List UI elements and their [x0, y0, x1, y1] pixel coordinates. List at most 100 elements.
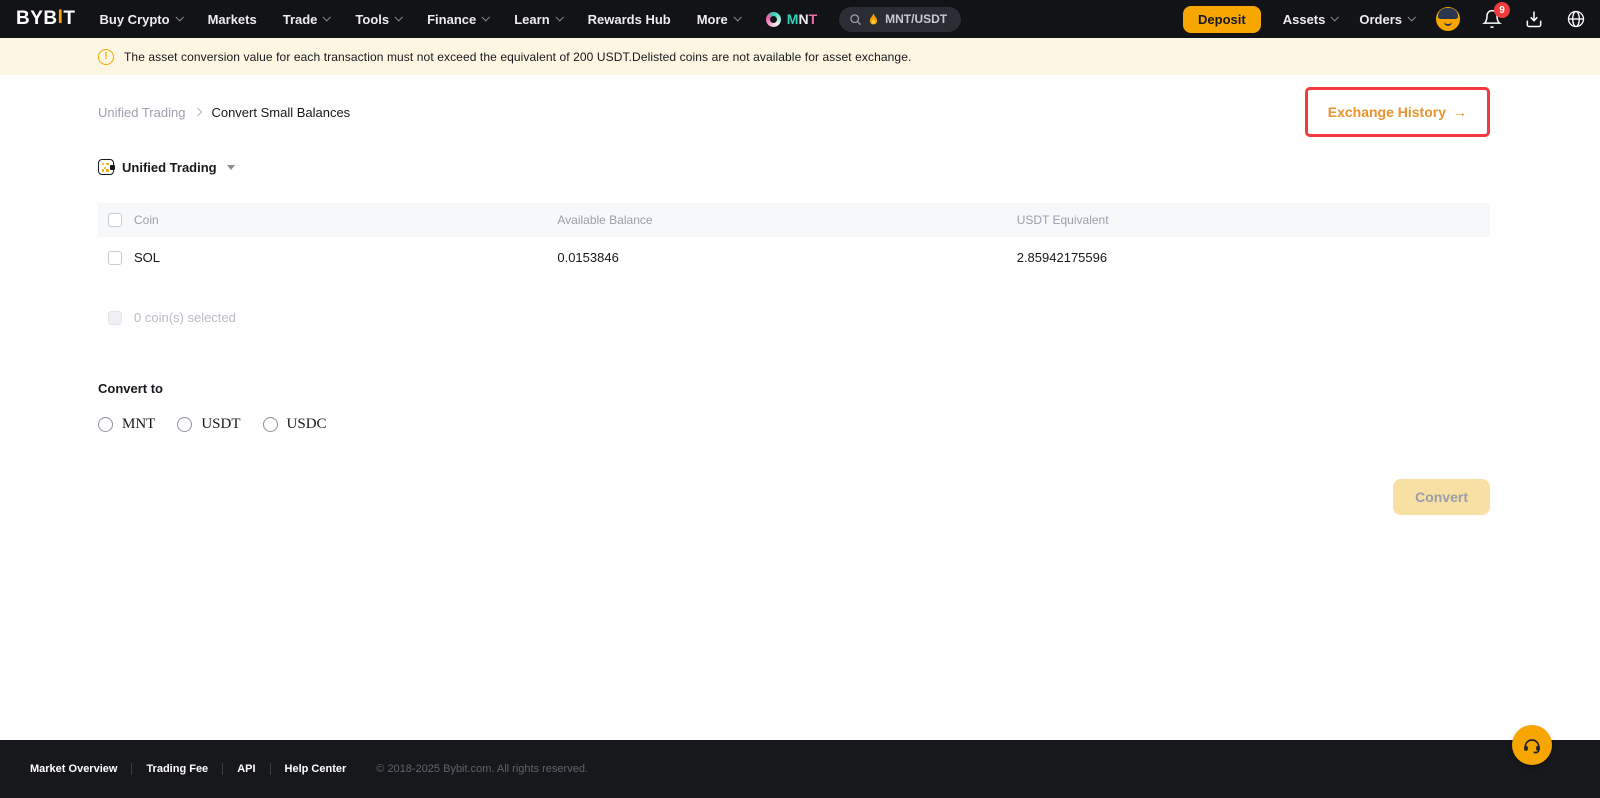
exchange-history-label: Exchange History [1328, 104, 1446, 120]
warning-icon: ! [98, 49, 114, 65]
triangle-down-icon [227, 165, 235, 170]
notice-text: The asset conversion value for each tran… [124, 50, 911, 64]
chevron-right-icon [194, 108, 202, 116]
nav-orders[interactable]: Orders [1359, 12, 1414, 27]
headset-icon [1522, 735, 1542, 755]
radio-button[interactable] [177, 417, 192, 432]
nav-learn[interactable]: Learn [514, 12, 561, 27]
nav-label: Finance [427, 12, 476, 27]
nav-trade[interactable]: Trade [283, 12, 330, 27]
table-row: SOL 0.0153846 2.85942175596 [98, 237, 1490, 278]
header-usdt-cell: USDT Equivalent [1017, 211, 1490, 229]
nav-finance[interactable]: Finance [427, 12, 488, 27]
search-icon [849, 13, 862, 26]
footer-link-trading-fee[interactable]: Trading Fee [132, 763, 222, 775]
radio-option-usdt[interactable]: USDT [177, 416, 240, 433]
selection-count-label: 0 coin(s) selected [134, 310, 236, 325]
nav-more[interactable]: More [697, 12, 740, 27]
row-available-cell: 0.0153846 [557, 249, 1016, 267]
convert-button[interactable]: Convert [1393, 479, 1490, 515]
notification-badge: 9 [1494, 2, 1510, 18]
mnt-token-label: MNT [787, 11, 817, 27]
chevron-down-icon [175, 13, 183, 21]
deposit-button[interactable]: Deposit [1183, 6, 1261, 33]
page-title: Convert Small Balances [211, 105, 350, 120]
available-balance-value: 0.0153846 [557, 250, 618, 265]
search-input[interactable]: MNT/USDT [839, 7, 961, 32]
avatar-smile [1444, 21, 1452, 26]
radio-button[interactable] [98, 417, 113, 432]
nav-label: Trade [283, 12, 318, 27]
user-avatar[interactable] [1436, 7, 1460, 31]
radio-button[interactable] [263, 417, 278, 432]
chevron-down-icon [1331, 13, 1339, 21]
breadcrumb-parent[interactable]: Unified Trading [98, 105, 185, 120]
nav-label: Buy Crypto [100, 12, 170, 27]
main-nav: Buy Crypto Markets Trade Tools Finance L… [100, 12, 740, 27]
row-coin-cell: SOL [98, 250, 557, 265]
notifications-button[interactable]: 9 [1482, 9, 1502, 29]
convert-button-row: Convert [98, 479, 1490, 515]
table-header-row: Coin Available Balance USDT Equivalent [98, 203, 1490, 237]
globe-icon [1566, 9, 1586, 29]
nav-buy-crypto[interactable]: Buy Crypto [100, 12, 182, 27]
footer-link-help-center[interactable]: Help Center [271, 763, 361, 775]
selection-summary: 0 coin(s) selected [98, 310, 1490, 325]
nav-label: Assets [1283, 12, 1326, 27]
radio-label: USDC [287, 416, 327, 433]
chevron-down-icon [323, 13, 331, 21]
download-icon [1524, 9, 1544, 29]
chevron-down-icon [733, 13, 741, 21]
select-all-checkbox[interactable] [108, 213, 122, 227]
breadcrumb: Unified Trading Convert Small Balances [98, 105, 350, 120]
bybit-logo[interactable]: BYBIT [16, 8, 76, 30]
nav-label: Markets [208, 12, 257, 27]
main-content: Unified Trading Convert Small Balances E… [0, 87, 1600, 515]
mnt-token-icon [766, 12, 781, 27]
breadcrumb-row: Unified Trading Convert Small Balances E… [98, 87, 1490, 137]
radio-option-usdc[interactable]: USDC [263, 416, 327, 433]
logo-text-post: T [63, 8, 75, 30]
radio-label: MNT [122, 416, 155, 433]
nav-label: Orders [1359, 12, 1402, 27]
nav-tools[interactable]: Tools [355, 12, 401, 27]
logo-text-accent: I [58, 7, 64, 29]
nav-label: Tools [355, 12, 389, 27]
radio-label: USDT [201, 416, 240, 433]
header-usdt-label: USDT Equivalent [1017, 213, 1109, 227]
language-button[interactable] [1566, 9, 1586, 29]
mnt-token-link[interactable]: MNT [766, 11, 817, 27]
exchange-history-button[interactable]: Exchange History → [1305, 87, 1490, 137]
account-selector[interactable]: Unified Trading [98, 159, 235, 175]
footer: Market Overview Trading Fee API Help Cen… [0, 740, 1600, 798]
nav-label: Learn [514, 12, 549, 27]
page: BYBIT Buy Crypto Markets Trade Tools Fin… [0, 0, 1600, 798]
row-checkbox[interactable] [108, 251, 122, 265]
nav-markets[interactable]: Markets [208, 12, 257, 27]
notice-banner: ! The asset conversion value for each tr… [0, 38, 1600, 75]
header-available-cell: Available Balance [557, 211, 1016, 229]
footer-links: Market Overview Trading Fee API Help Cen… [30, 763, 360, 775]
nav-label: Rewards Hub [588, 12, 671, 27]
search-value: MNT/USDT [885, 12, 947, 26]
radio-option-mnt[interactable]: MNT [98, 416, 155, 433]
nav-assets[interactable]: Assets [1283, 12, 1338, 27]
nav-label: More [697, 12, 728, 27]
selection-checkbox [108, 311, 122, 325]
usdt-equivalent-value: 2.85942175596 [1017, 250, 1107, 265]
nav-rewards-hub[interactable]: Rewards Hub [588, 12, 671, 27]
header-coin-label: Coin [134, 213, 159, 227]
topbar-right: Deposit Assets Orders 9 [1183, 6, 1586, 33]
customer-support-button[interactable] [1512, 725, 1552, 765]
convert-to-heading: Convert to [98, 381, 1490, 396]
copyright-text: © 2018-2025 Bybit.com. All rights reserv… [376, 763, 588, 775]
header-coin-cell: Coin [98, 213, 557, 227]
chevron-down-icon [555, 13, 563, 21]
chevron-down-icon [1407, 13, 1415, 21]
balances-table: Coin Available Balance USDT Equivalent S… [98, 203, 1490, 278]
footer-link-api[interactable]: API [223, 763, 269, 775]
download-app-button[interactable] [1524, 9, 1544, 29]
header-available-label: Available Balance [557, 213, 652, 227]
coin-name: SOL [134, 250, 160, 265]
footer-link-market-overview[interactable]: Market Overview [30, 763, 131, 775]
